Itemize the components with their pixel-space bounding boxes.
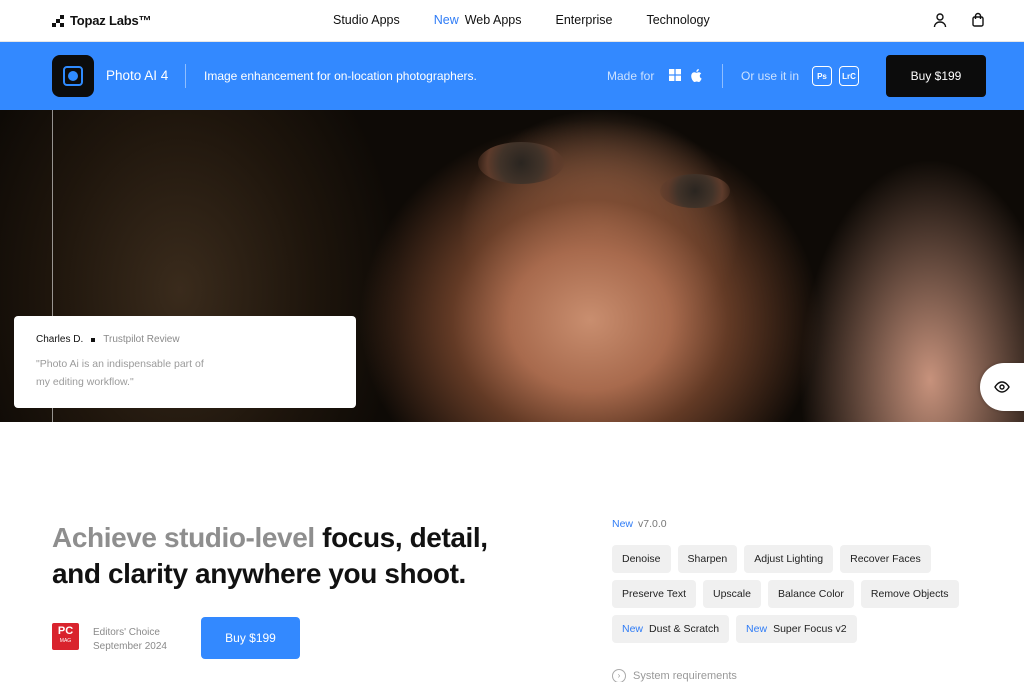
product-tagline: Image enhancement for on-location photog… — [204, 69, 477, 83]
nav-icons — [932, 12, 986, 28]
separator-dot — [91, 337, 96, 342]
top-navigation: Topaz Labs™ Studio Apps New Web Apps Ente… — [0, 0, 1024, 42]
system-requirements-link[interactable]: › System requirements — [612, 669, 737, 682]
made-for-label: Made for — [607, 69, 655, 83]
apple-icon — [691, 69, 702, 82]
windows-icon — [669, 69, 681, 81]
use-in-label: Or use it in — [741, 69, 800, 83]
review-source: Trustpilot Review — [103, 334, 180, 345]
award-date: September 2024 — [93, 641, 167, 652]
version-label: New v7.0.0 — [612, 518, 667, 530]
main-nav-links: Studio Apps New Web Apps Enterprise Techn… — [333, 13, 710, 27]
pcmag-logo-top: PC — [57, 625, 74, 637]
headline-line-1: focus, detail, — [314, 522, 488, 553]
nav-web-apps[interactable]: New Web Apps — [434, 13, 522, 27]
hero-photo-detail — [478, 142, 564, 184]
system-requirements-label: System requirements — [633, 670, 737, 682]
tag-upscale[interactable]: Upscale — [703, 580, 761, 608]
divider — [722, 64, 723, 88]
tag-sharpen[interactable]: Sharpen — [677, 545, 738, 573]
eye-icon — [994, 381, 1010, 393]
tag-label: Super Focus v2 — [773, 623, 847, 635]
review-author: Charles D. — [36, 334, 84, 345]
nav-studio-apps[interactable]: Studio Apps — [333, 13, 400, 27]
tag-recover-faces[interactable]: Recover Faces — [840, 545, 931, 573]
product-bar: Photo AI 4 Image enhancement for on-loca… — [0, 42, 1024, 110]
tag-super-focus[interactable]: New Super Focus v2 — [736, 615, 857, 643]
logo-text: Topaz Labs™ — [70, 13, 152, 28]
user-icon[interactable] — [932, 12, 948, 28]
new-badge: New — [746, 623, 768, 635]
nav-enterprise[interactable]: Enterprise — [556, 13, 613, 27]
pcmag-logo-bottom: MAG — [59, 638, 72, 644]
tag-balance-color[interactable]: Balance Color — [767, 580, 854, 608]
feature-tags: Denoise Sharpen Adjust Lighting Recover … — [612, 545, 972, 650]
os-icons — [669, 69, 702, 82]
tag-denoise[interactable]: Denoise — [612, 545, 671, 573]
new-badge: New — [612, 518, 634, 530]
pcmag-logo: PC MAG — [52, 623, 79, 650]
buy-button-main[interactable]: Buy $199 — [201, 617, 300, 659]
tag-preserve-text[interactable]: Preserve Text — [612, 580, 696, 608]
lightroom-plugin-icon[interactable]: LrC — [839, 66, 859, 86]
view-toggle-button[interactable] — [980, 363, 1024, 411]
award-title: Editors' Choice — [93, 627, 160, 638]
product-name: Photo AI 4 — [106, 68, 169, 83]
review-card: Charles D. Trustpilot Review "Photo Ai i… — [14, 316, 356, 408]
page-headline: Achieve studio-level focus, detail, and … — [52, 520, 488, 592]
tag-label: Dust & Scratch — [649, 623, 720, 635]
tag-adjust-lighting[interactable]: Adjust Lighting — [744, 545, 834, 573]
new-badge: New — [433, 13, 459, 27]
photoshop-plugin-icon[interactable]: Ps — [812, 66, 832, 86]
headline-muted: Achieve studio-level — [52, 522, 315, 553]
version-number: v7.0.0 — [638, 518, 667, 530]
bag-icon[interactable] — [970, 12, 986, 28]
new-badge: New — [622, 623, 644, 635]
tag-dust-scratch[interactable]: New Dust & Scratch — [612, 615, 730, 643]
divider — [185, 64, 186, 88]
headline-line-2: and clarity anywhere you shoot. — [52, 558, 466, 589]
nav-technology[interactable]: Technology — [646, 13, 709, 27]
award-info: Editors' Choice September 2024 — [93, 626, 167, 654]
buy-button-header[interactable]: Buy $199 — [886, 55, 986, 97]
topaz-logo-icon — [52, 14, 64, 27]
chevron-right-icon: › — [612, 669, 626, 682]
hero-image: Charles D. Trustpilot Review "Photo Ai i… — [0, 110, 1024, 422]
hero-photo-detail — [660, 174, 730, 208]
tag-remove-objects[interactable]: Remove Objects — [860, 580, 959, 608]
review-quote: "Photo Ai is an indispensable part of my… — [36, 358, 204, 388]
photo-ai-app-icon — [52, 55, 94, 97]
nav-web-apps-label: Web Apps — [464, 13, 522, 27]
topaz-logo[interactable]: Topaz Labs™ — [52, 13, 152, 28]
